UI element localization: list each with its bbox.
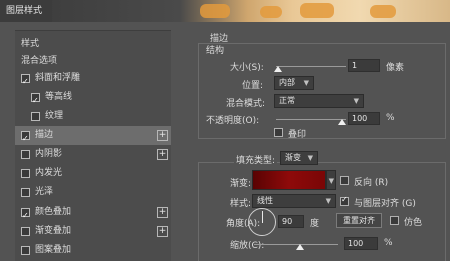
gradient-dropdown[interactable]: ▼: [326, 170, 336, 190]
scale-slider-thumb[interactable]: [296, 244, 304, 250]
style-item-checkbox[interactable]: [21, 150, 30, 159]
style-label: 样式:: [230, 199, 252, 209]
overprint-checkbox[interactable]: [274, 128, 283, 137]
fill-type-select[interactable]: 渐变 ▼: [280, 151, 318, 165]
style-item[interactable]: 等高线: [15, 88, 171, 110]
scale-unit: %: [384, 238, 393, 248]
fill-type-label: 填充类型:: [234, 153, 278, 166]
style-item-checkbox[interactable]: [21, 129, 30, 148]
stroke-panel: 描边 结构 大小(S): 1 像素 位置: 内部 ▼ 混合模式: 正常 ▼ 不透明度…: [190, 22, 450, 261]
chevron-down-icon: ▼: [353, 97, 359, 105]
angle-dial-needle: [262, 211, 263, 223]
style-item-checkbox[interactable]: [21, 169, 30, 178]
style-item-checkbox[interactable]: [21, 246, 30, 255]
style-item-checkbox[interactable]: [21, 206, 30, 225]
plus-icon[interactable]: +: [157, 149, 168, 160]
style-item-checkbox[interactable]: [21, 72, 30, 91]
style-item-checkbox[interactable]: [31, 112, 40, 121]
style-item-label: 内发光: [35, 168, 63, 178]
position-select[interactable]: 内部 ▼: [274, 76, 314, 90]
background-artwork: [200, 4, 230, 18]
style-item-label: 等高线: [45, 92, 73, 102]
chevron-down-icon: ▼: [325, 197, 331, 205]
style-item[interactable]: 图案叠加: [15, 241, 171, 260]
background-artwork: [260, 6, 282, 18]
styles-list: 样式混合选项斜面和浮雕等高线纹理描边+内阴影+内发光光泽颜色叠加+渐变叠加+图案…: [15, 30, 171, 261]
style-item-label: 图案叠加: [35, 245, 72, 255]
style-item[interactable]: 内阴影 +: [15, 145, 171, 164]
layer-style-dialog: 图层样式 样式混合选项斜面和浮雕等高线纹理描边+内阴影+内发光光泽颜色叠加+渐变…: [0, 0, 450, 261]
style-item[interactable]: 纹理: [15, 107, 171, 126]
blend-mode-value: 正常: [279, 96, 295, 105]
style-item-label: 纹理: [45, 111, 64, 121]
chevron-down-icon: ▼: [328, 177, 334, 185]
style-item-label: 描边: [35, 130, 54, 140]
style-item-checkbox[interactable]: [31, 91, 40, 110]
overprint-label: 叠印: [288, 130, 307, 140]
style-item-checkbox[interactable]: [21, 188, 30, 197]
angle-input[interactable]: 90: [278, 215, 304, 228]
style-item-label: 内阴影: [35, 149, 63, 159]
structure-title: 结构: [206, 46, 225, 56]
blend-mode-label: 混合模式:: [226, 99, 266, 109]
size-unit: 像素: [386, 63, 405, 73]
style-item[interactable]: 光泽: [15, 183, 171, 202]
plus-icon[interactable]: +: [157, 207, 168, 218]
align-with-layer-label: 与图层对齐 (G): [354, 199, 416, 209]
style-item[interactable]: 渐变叠加 +: [15, 222, 171, 241]
style-item[interactable]: 内发光: [15, 164, 171, 183]
style-item-label: 颜色叠加: [35, 207, 72, 217]
gradient-label: 渐变:: [230, 179, 252, 189]
dither-label: 仿色: [404, 218, 423, 228]
opacity-unit: %: [386, 113, 395, 123]
position-label: 位置:: [242, 81, 264, 91]
position-value: 内部: [279, 78, 295, 87]
background-artwork: [300, 3, 334, 18]
plus-icon[interactable]: +: [157, 226, 168, 237]
background-artwork: [370, 5, 396, 18]
title-bar: 图层样式: [0, 0, 450, 22]
style-item-checkbox[interactable]: [21, 227, 30, 236]
gradient-style-value: 线性: [257, 196, 273, 205]
blend-mode-select[interactable]: 正常 ▼: [274, 94, 364, 108]
opacity-input[interactable]: 100: [348, 112, 380, 125]
opacity-slider-thumb[interactable]: [338, 119, 346, 125]
angle-unit: 度: [310, 219, 320, 229]
size-slider-track[interactable]: [276, 66, 346, 67]
chevron-down-icon: ▼: [303, 79, 309, 87]
angle-dial[interactable]: [248, 208, 276, 236]
size-label: 大小(S):: [230, 63, 264, 73]
style-item-label: 斜面和浮雕: [35, 73, 81, 83]
reverse-label: 反向 (R): [354, 178, 389, 188]
opacity-slider-track[interactable]: [276, 119, 346, 120]
opacity-label: 不透明度(O):: [206, 116, 260, 126]
fill-type-value: 渐变: [285, 153, 301, 162]
style-item-label: 光泽: [35, 187, 54, 197]
reverse-checkbox[interactable]: [340, 176, 349, 185]
align-with-layer-checkbox[interactable]: [340, 195, 349, 206]
gradient-style-select[interactable]: 线性 ▼: [252, 194, 336, 208]
gradient-swatch[interactable]: [252, 170, 326, 190]
style-item[interactable]: 描边 +: [15, 126, 171, 148]
style-item-label: 渐变叠加: [35, 226, 72, 236]
scale-input[interactable]: 100: [344, 237, 378, 250]
dither-checkbox[interactable]: [390, 216, 399, 225]
style-item[interactable]: 斜面和浮雕: [15, 69, 171, 91]
size-slider-thumb[interactable]: [274, 66, 282, 72]
style-item[interactable]: 颜色叠加 +: [15, 203, 171, 225]
chevron-down-icon: ▼: [307, 154, 313, 162]
size-input[interactable]: 1: [348, 59, 380, 72]
reset-alignment-button[interactable]: 重置对齐: [336, 213, 382, 228]
plus-icon[interactable]: +: [157, 130, 168, 141]
dialog-title: 图层样式: [0, 0, 53, 22]
